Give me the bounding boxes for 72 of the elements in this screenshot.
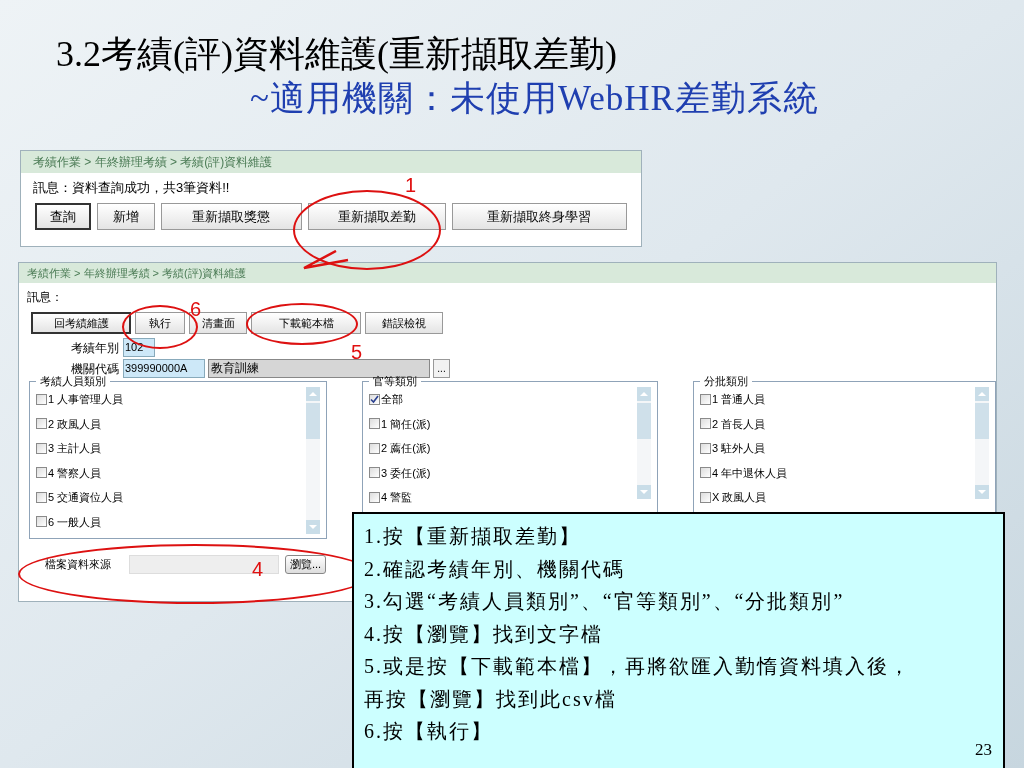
- group-title: 考績人員類別: [39, 375, 107, 387]
- toolbar-button[interactable]: 重新擷取獎懲: [160, 203, 302, 230]
- checkbox[interactable]: [36, 418, 47, 430]
- status-message: 訊息：: [27, 289, 63, 306]
- toolbar-button[interactable]: 回考績維護: [31, 312, 131, 334]
- step-number: 4: [252, 558, 264, 580]
- slide-subtitle: ~適用機關：未使用WebHR差勤系統: [250, 78, 820, 120]
- agency-code-field[interactable]: 399990000A: [123, 359, 205, 378]
- scrollbar[interactable]: [306, 387, 320, 534]
- checkbox-label: 2 政風人員: [48, 416, 102, 432]
- toolbar-button[interactable]: 重新擷取差勤: [307, 203, 446, 230]
- checkbox[interactable]: [369, 393, 380, 405]
- step-number: 1: [405, 174, 417, 196]
- checkbox-label: 1 簡任(派): [381, 416, 431, 432]
- toolbar-button[interactable]: 執行: [135, 312, 185, 334]
- checkbox[interactable]: [700, 418, 711, 430]
- checkbox[interactable]: [369, 467, 380, 479]
- checkbox[interactable]: [36, 491, 47, 503]
- instruction-line: 再按【瀏覽】找到此csv檔: [364, 686, 618, 712]
- checkbox-label: 2 薦任(派): [381, 441, 431, 456]
- instruction-line: 1.按【重新擷取差勤】: [364, 524, 582, 549]
- checkbox-label: 3 駐外人員: [712, 441, 766, 456]
- checkbox-label: 3 主計人員: [48, 441, 102, 456]
- checkbox[interactable]: [369, 491, 380, 503]
- instruction-line: 4.按【瀏覽】找到文字檔: [364, 621, 604, 647]
- checkbox[interactable]: [700, 393, 711, 405]
- checkbox[interactable]: [700, 442, 711, 454]
- group-title: 分批類別: [703, 375, 749, 387]
- checkbox-label: 全部: [381, 392, 403, 407]
- instruction-line: 6.按【執行】: [364, 719, 494, 744]
- checkbox-label: 4 年中退休人員: [712, 465, 788, 481]
- toolbar-button[interactable]: 錯誤檢視: [365, 312, 443, 334]
- slide-title: 3.2考績(評)資料維護(重新擷取差勤): [56, 33, 618, 76]
- status-message: 訊息：資料查詢成功，共3筆資料!!: [33, 179, 230, 198]
- instruction-line: 3.勾選“考績人員類別”、“官等類別”、“分批類別”: [364, 589, 846, 614]
- checkbox[interactable]: [36, 467, 47, 479]
- lookup-button[interactable]: ...: [433, 359, 450, 378]
- group-title: 官等類別: [372, 375, 418, 387]
- breadcrumb: 考績作業 > 年終辦理考績 > 考績(評)資料維護: [19, 263, 996, 283]
- checkbox[interactable]: [369, 418, 380, 430]
- checkbox-label: 4 警察人員: [48, 465, 102, 481]
- checkbox[interactable]: [369, 442, 380, 454]
- checkbox-label: 1 人事管理人員: [48, 392, 124, 407]
- page-number: 23: [975, 739, 992, 761]
- instruction-line: 5.或是按【下載範本檔】，再將欲匯入勤惰資料填入後，: [364, 654, 912, 679]
- checkbox[interactable]: [36, 516, 47, 528]
- checkbox-label: 5 交通資位人員: [48, 490, 124, 505]
- checkbox-label: 6 一般人員: [48, 514, 102, 530]
- field-label: 檔案資料來源: [45, 556, 112, 572]
- file-path-field[interactable]: [129, 554, 279, 574]
- checkbox-label: 3 委任(派): [381, 465, 431, 481]
- browse-button[interactable]: 瀏覽...: [285, 554, 327, 574]
- toolbar-button[interactable]: 重新擷取終身學習: [451, 203, 627, 230]
- breadcrumb: 考績作業 > 年終辦理考績 > 考績(評)資料維護: [21, 151, 641, 173]
- checkbox[interactable]: [36, 393, 47, 405]
- toolbar-button[interactable]: 查詢: [35, 203, 91, 230]
- checkbox-label: 1 普通人員: [712, 392, 766, 407]
- year-field[interactable]: 102: [123, 338, 155, 357]
- toolbar-button[interactable]: 新增: [96, 203, 155, 230]
- checkbox[interactable]: [700, 491, 711, 503]
- toolbar-button[interactable]: 下載範本檔: [251, 312, 361, 334]
- instruction-line: 2.確認考績年別、機關代碼: [364, 556, 626, 582]
- checkmark-icon: [370, 394, 379, 404]
- scrollbar[interactable]: [975, 387, 989, 499]
- checkbox[interactable]: [700, 467, 711, 479]
- checkbox-label: 4 警監: [381, 490, 413, 505]
- checkbox[interactable]: [36, 442, 47, 454]
- field-label: 考績年別: [70, 339, 120, 357]
- checkbox-label: 2 首長人員: [712, 416, 766, 432]
- checkbox-label: X 政風人員: [712, 490, 767, 505]
- scrollbar[interactable]: [637, 387, 651, 499]
- field-label: 機關代碼: [70, 360, 120, 376]
